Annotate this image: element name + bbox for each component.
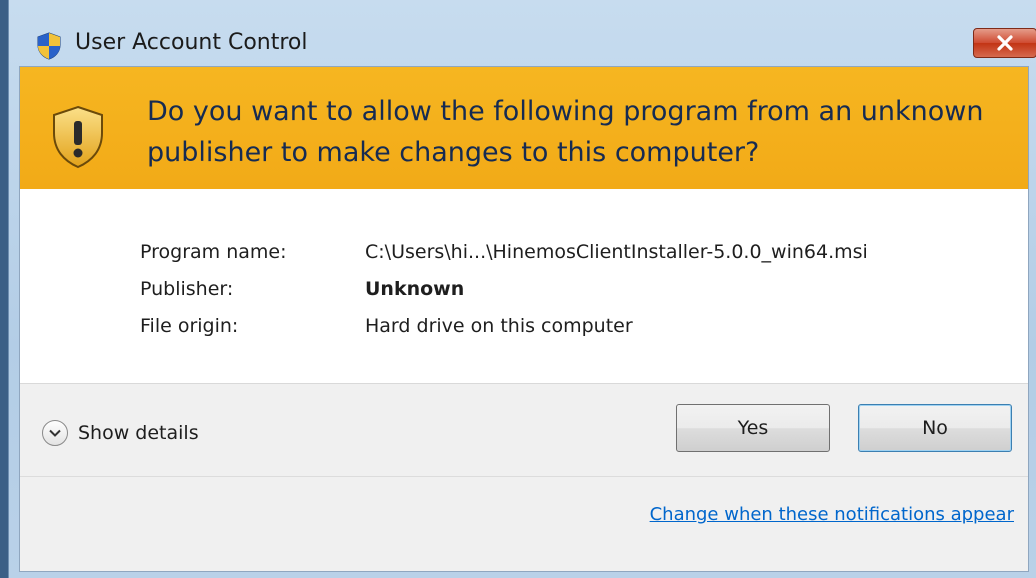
show-details-toggle[interactable]: Show details <box>42 420 199 446</box>
desktop-edge <box>0 0 8 578</box>
info-row-file-origin: File origin: Hard drive on this computer <box>140 307 868 344</box>
close-x-icon <box>997 35 1013 51</box>
yes-button[interactable]: Yes <box>676 404 830 452</box>
footer-divider <box>20 476 1028 477</box>
program-info: Program name: C:\Users\hi...\HinemosClie… <box>140 233 868 344</box>
change-notifications-link[interactable]: Change when these notifications appear <box>650 504 1014 525</box>
program-name-label: Program name: <box>140 240 287 263</box>
file-origin-value: Hard drive on this computer <box>365 314 633 337</box>
program-name-value: C:\Users\hi...\HinemosClientInstaller-5.… <box>365 240 868 263</box>
info-row-program-name: Program name: C:\Users\hi...\HinemosClie… <box>140 233 868 270</box>
uac-shield-icon <box>37 32 61 60</box>
dialog-body: Do you want to allow the following progr… <box>19 66 1029 572</box>
warning-banner: Do you want to allow the following progr… <box>20 67 1028 189</box>
dialog-footer: Show details Yes No Change when these no… <box>20 384 1028 571</box>
uac-shield-warning-icon <box>53 105 103 169</box>
window-title: User Account Control <box>75 30 308 55</box>
no-button[interactable]: No <box>858 404 1012 452</box>
banner-question: Do you want to allow the following progr… <box>147 96 984 168</box>
publisher-value: Unknown <box>365 277 465 300</box>
file-origin-label: File origin: <box>140 314 239 337</box>
show-details-label[interactable]: Show details <box>78 422 199 444</box>
close-button[interactable] <box>973 28 1036 58</box>
uac-dialog: User Account Control Do you want to allo… <box>8 0 1036 578</box>
publisher-label: Publisher: <box>140 277 234 300</box>
chevron-down-icon[interactable] <box>42 420 68 446</box>
info-row-publisher: Publisher: Unknown <box>140 270 868 307</box>
